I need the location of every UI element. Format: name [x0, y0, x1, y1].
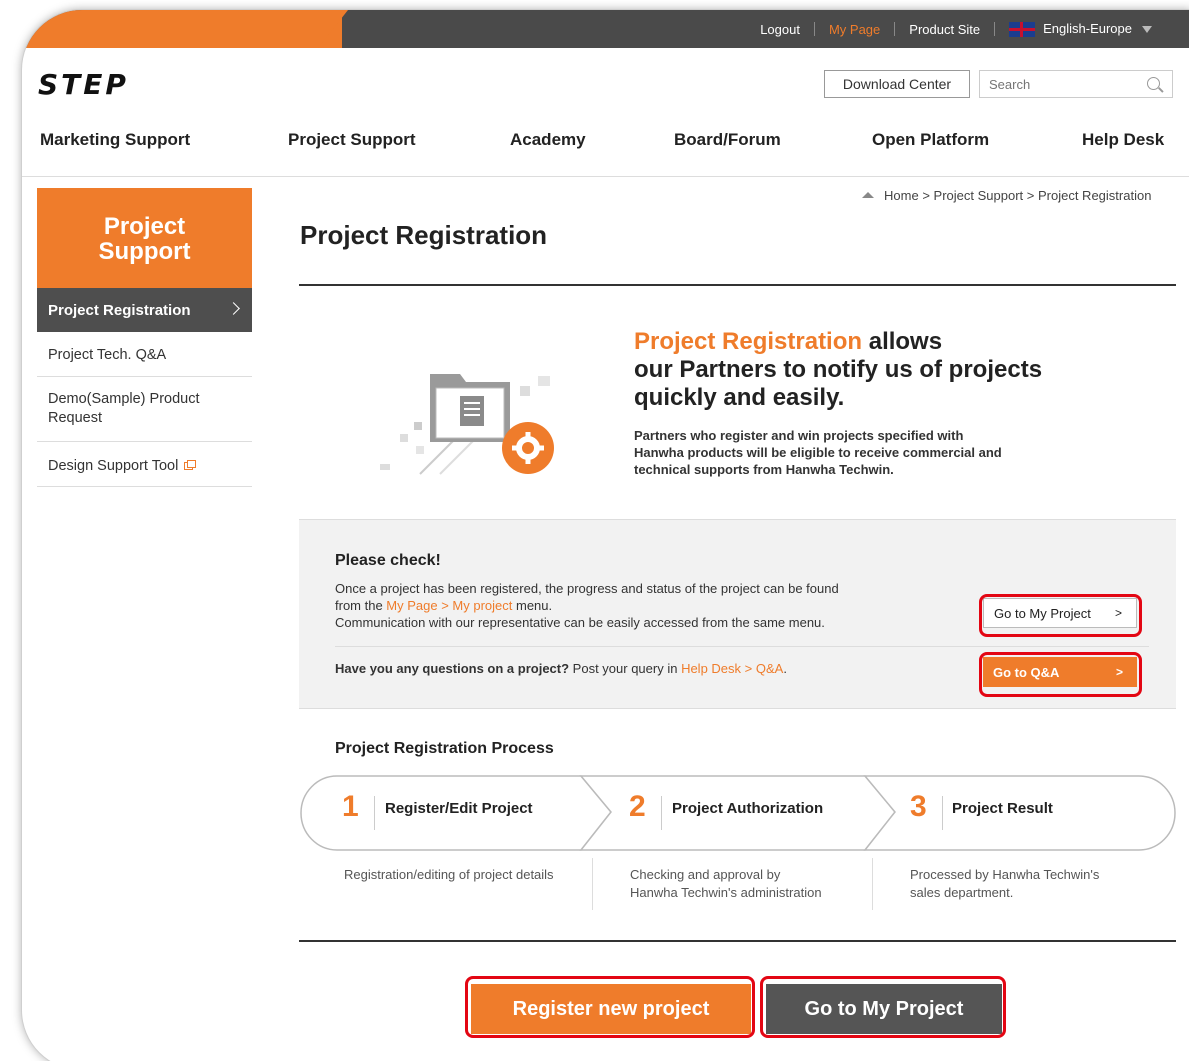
help-desk-qa-link[interactable]: Help Desk > Q&A — [681, 661, 783, 676]
step-2-label: Project Authorization — [672, 800, 824, 817]
step-desc-divider — [592, 858, 593, 910]
sidebar-item-demo-sample-request[interactable]: Demo(Sample) Product Request — [37, 377, 252, 442]
search-icon[interactable] — [1147, 77, 1160, 90]
nav-marketing-support[interactable]: Marketing Support — [40, 130, 190, 150]
check-text-fragment: menu. — [512, 598, 553, 613]
please-check-text: Once a project has been registered, the … — [335, 580, 935, 631]
intro-line1: allows — [862, 328, 943, 355]
nav-divider — [22, 176, 1189, 177]
step-3-description: Processed by Hanwha Techwin's sales depa… — [910, 866, 1099, 902]
sidebar-item-label: Project Tech. Q&A — [48, 347, 167, 363]
download-center-button[interactable]: Download Center — [824, 70, 970, 98]
step-divider — [942, 796, 943, 830]
sidebar-title-line1: Project — [103, 213, 186, 240]
breadcrumb-home[interactable]: Home — [884, 188, 919, 203]
intro-highlight: Project Registration — [634, 328, 863, 355]
sidebar-item-label: Design Support Tool — [48, 458, 179, 474]
language-selector[interactable]: English-Europe — [995, 20, 1166, 38]
question-fragment: . — [783, 661, 787, 676]
search-input[interactable] — [980, 76, 1140, 92]
breadcrumb-separator: > — [1026, 188, 1035, 203]
top-bar-accent-slant — [318, 10, 348, 48]
logout-link[interactable]: Logout — [746, 22, 814, 37]
highlight-ring — [760, 976, 1006, 1038]
step-divider — [661, 796, 662, 830]
step-2-number: 2 — [629, 790, 646, 823]
question-bold: Have you any questions on a project? — [335, 661, 570, 676]
top-bar-accent — [22, 10, 342, 48]
uk-flag-icon — [1009, 22, 1036, 38]
title-divider — [299, 284, 1176, 286]
step-3-number: 3 — [910, 790, 927, 823]
breadcrumb-separator: > — [922, 188, 930, 203]
intro-line2: our Partners to notify us of projects — [634, 356, 1043, 383]
nav-open-platform[interactable]: Open Platform — [872, 130, 989, 150]
step-desc-line: sales department. — [910, 885, 1014, 900]
nav-board-forum[interactable]: Board/Forum — [674, 130, 781, 150]
folder-gear-illustration — [380, 374, 554, 475]
process-divider — [299, 940, 1176, 942]
step-desc-line: Registration/editing of project details — [344, 867, 554, 882]
intro-line3: quickly and easily. — [634, 384, 845, 411]
step-1-description: Registration/editing of project details — [344, 866, 554, 884]
nav-academy[interactable]: Academy — [510, 130, 586, 150]
sidebar-title-line2: Support — [98, 238, 191, 265]
chevron-right-icon — [227, 302, 240, 315]
utility-nav: Logout My Page Product Site English-Euro… — [746, 10, 1166, 48]
search-box — [979, 70, 1173, 98]
highlight-ring — [979, 594, 1142, 637]
breadcrumb-current: Project Registration — [1037, 188, 1152, 203]
intro-sub-line: technical supports from Hanwha Techwin. — [634, 462, 894, 477]
highlight-ring — [465, 976, 755, 1038]
sidebar-item-project-tech-qa[interactable]: Project Tech. Q&A — [37, 332, 252, 377]
product-site-link[interactable]: Product Site — [895, 22, 994, 37]
process-steps: 1 Register/Edit Project 2 Project Author… — [299, 774, 1179, 852]
step-divider — [374, 796, 375, 830]
question-fragment: Post your query in — [569, 661, 682, 676]
step-1-label: Register/Edit Project — [385, 800, 533, 817]
sidebar-item-design-support-tool[interactable]: Design Support Tool — [37, 442, 252, 487]
step-desc-line: Processed by Hanwha Techwin's — [910, 867, 1100, 882]
main-nav: Marketing Support Project Support Academ… — [22, 126, 1189, 156]
check-text-line: Communication with our representative ca… — [335, 615, 825, 630]
step-2-description: Checking and approval by Hanwha Techwin'… — [630, 866, 822, 902]
external-link-icon — [184, 460, 197, 470]
nav-project-support[interactable]: Project Support — [288, 130, 416, 150]
my-page-link[interactable]: My Page — [815, 22, 894, 37]
step-3-label: Project Result — [952, 800, 1053, 817]
home-icon — [862, 192, 874, 198]
chevron-down-icon — [1142, 26, 1152, 34]
check-text-fragment: from the — [335, 598, 387, 613]
browser-page: Logout My Page Product Site English-Euro… — [22, 10, 1189, 1061]
check-text-line: Once a project has been registered, the … — [335, 581, 839, 596]
nav-help-desk[interactable]: Help Desk — [1082, 130, 1164, 150]
intro-sub-line: Hanwha products will be eligible to rece… — [634, 445, 1002, 460]
highlight-ring — [979, 652, 1142, 697]
step-desc-divider — [872, 858, 873, 910]
page-title: Project Registration — [300, 220, 548, 250]
language-label: English-Europe — [1043, 20, 1132, 36]
panel-divider — [335, 646, 1149, 647]
please-check-panel: Please check! Once a project has been re… — [299, 519, 1176, 709]
breadcrumb-project-support[interactable]: Project Support — [934, 188, 1024, 203]
sidebar-item-label: Request — [48, 410, 103, 426]
step-logo[interactable]: STEP — [38, 68, 129, 101]
sidebar-item-label: Project Registration — [48, 301, 191, 319]
intro-subtext: Partners who register and win projects s… — [634, 427, 1054, 478]
intro-sub-line: Partners who register and win projects s… — [634, 428, 964, 443]
intro-headline: Project Registration allows our Partners… — [634, 328, 1042, 412]
please-check-title: Please check! — [335, 552, 441, 569]
breadcrumb: Home > Project Support > Project Registr… — [862, 188, 1151, 203]
process-title: Project Registration Process — [335, 740, 554, 757]
top-bar: Logout My Page Product Site English-Euro… — [22, 10, 1189, 48]
step-1-number: 1 — [342, 790, 359, 823]
step-desc-line: Checking and approval by — [630, 867, 781, 882]
sidebar-item-project-registration[interactable]: Project Registration — [37, 288, 252, 332]
sidebar-item-label: Demo(Sample) Product — [48, 391, 200, 407]
step-desc-line: Hanwha Techwin's administration — [630, 885, 822, 900]
question-text: Have you any questions on a project? Pos… — [335, 661, 787, 676]
my-project-menu-link[interactable]: My Page > My project — [386, 598, 512, 613]
sidebar-title: Project Support — [37, 188, 252, 288]
